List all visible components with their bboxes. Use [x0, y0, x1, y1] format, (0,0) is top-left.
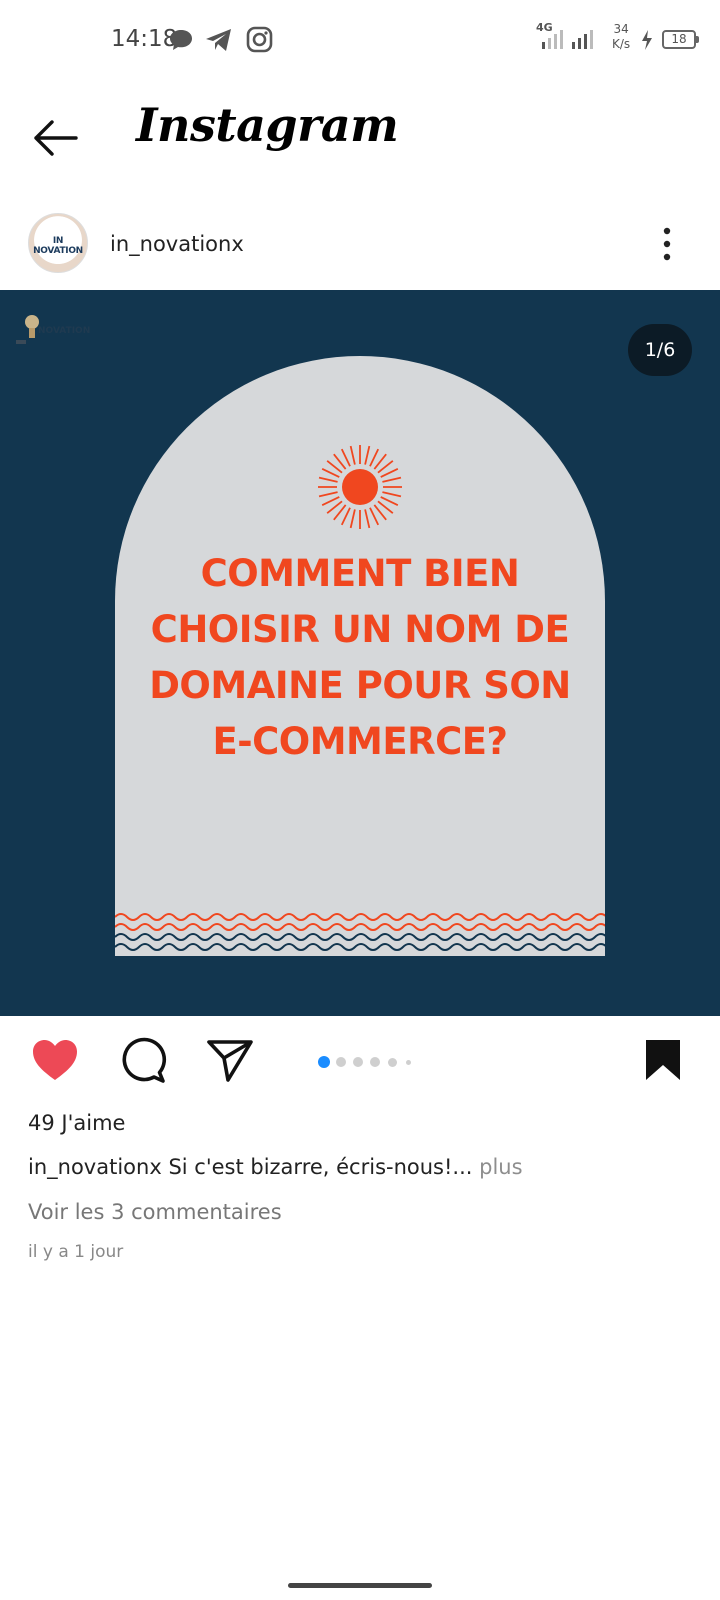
- sun-ray: [321, 467, 340, 478]
- caption-text: Si c'est bizarre, écris-nous!...: [161, 1155, 473, 1179]
- telegram-icon: [206, 29, 231, 51]
- post-image[interactable]: NOVATION 1/6 COMMENT BIEN CHOISIR UN NOM…: [0, 290, 720, 1016]
- avatar-logo-text: IN NOVATION: [33, 236, 83, 256]
- sun-ray: [382, 491, 402, 498]
- headline-line-1: COMMENT BIEN: [200, 552, 520, 595]
- headline-line-3: DOMAINE POUR SON: [149, 664, 571, 707]
- post-actions: [0, 1016, 720, 1106]
- sun-ray: [364, 445, 371, 465]
- carousel-dot: [406, 1059, 411, 1065]
- sun-ray: [364, 509, 371, 529]
- sun-ray: [340, 507, 351, 526]
- carousel-dot: [370, 1057, 380, 1067]
- post-headline: COMMENT BIEN CHOISIR UN NOM DE DOMAINE P…: [115, 546, 605, 770]
- sun-ray: [318, 491, 338, 498]
- sun-ray: [382, 476, 402, 483]
- sun-ray: [369, 507, 380, 526]
- likes-count[interactable]: 49 J'aime: [28, 1111, 125, 1135]
- sun-ray: [349, 509, 356, 529]
- carousel-dot-active: [318, 1056, 330, 1068]
- signal-icon: [542, 30, 563, 49]
- arch-shape: COMMENT BIEN CHOISIR UN NOM DE DOMAINE P…: [115, 356, 605, 956]
- chat-bubble-icon: [170, 30, 192, 50]
- home-indicator[interactable]: [288, 1583, 432, 1588]
- carousel-counter: 1/6: [628, 324, 692, 376]
- avatar[interactable]: IN NOVATION: [28, 213, 88, 273]
- post-timestamp: il y a 1 jour: [28, 1242, 124, 1262]
- sun-ray: [380, 467, 399, 478]
- carousel-dot: [388, 1057, 397, 1067]
- heart-icon[interactable]: [31, 1038, 79, 1082]
- top-app-bar: Instagram: [0, 82, 720, 192]
- signal-icon-2: [572, 30, 593, 49]
- comment-icon[interactable]: [119, 1036, 167, 1084]
- decorative-waves: [115, 913, 605, 951]
- instagram-icon: [246, 26, 273, 53]
- view-comments-link[interactable]: Voir les 3 commentaires: [28, 1200, 282, 1224]
- sun-ray: [318, 476, 338, 483]
- post-header: IN NOVATION in_novationx: [0, 204, 720, 290]
- back-arrow-icon[interactable]: [30, 116, 82, 160]
- more-options-icon[interactable]: [660, 224, 674, 264]
- share-icon[interactable]: [206, 1038, 254, 1082]
- carousel-dot: [353, 1057, 363, 1067]
- headline-line-4: E-COMMERCE?: [212, 720, 508, 763]
- network-speed: 34 K/s: [612, 22, 631, 51]
- sun-icon: [318, 445, 402, 529]
- bookmark-icon[interactable]: [644, 1038, 682, 1082]
- battery-icon: 18: [662, 30, 699, 49]
- sun-ray: [349, 445, 356, 465]
- sun-ray: [321, 496, 340, 507]
- caption-username[interactable]: in_novationx: [28, 1155, 162, 1179]
- charging-icon: [642, 30, 652, 50]
- carousel-dot: [336, 1057, 346, 1067]
- sun-ray: [340, 448, 351, 467]
- app-title: Instagram: [136, 98, 399, 152]
- status-bar: 14:18 4G 34 K/s 18: [0, 0, 720, 82]
- sun-ray: [380, 496, 399, 507]
- sun-ray: [369, 448, 380, 467]
- caption-more-link[interactable]: plus: [472, 1155, 522, 1179]
- headline-line-2: CHOISIR UN NOM DE: [150, 608, 570, 651]
- post-caption: in_novationx Si c'est bizarre, écris-nou…: [28, 1155, 523, 1179]
- post-username[interactable]: in_novationx: [110, 232, 244, 256]
- watermark-text: NOVATION: [38, 326, 91, 336]
